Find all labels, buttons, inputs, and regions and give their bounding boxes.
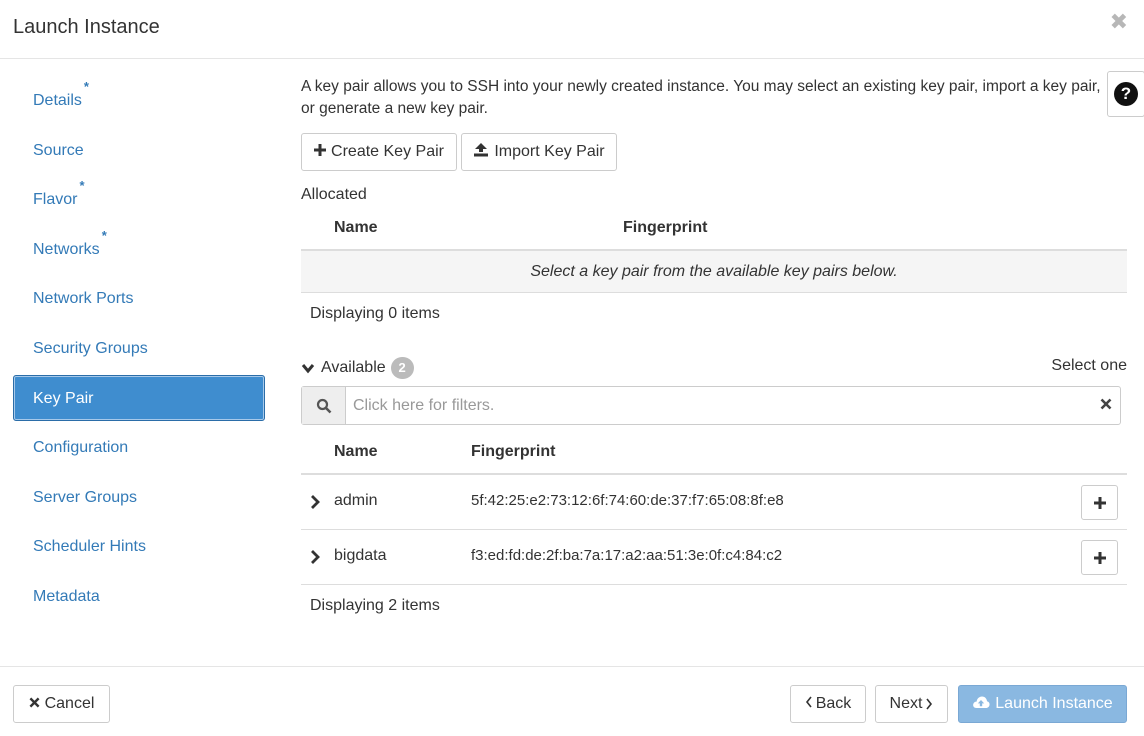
cancel-button[interactable]: Cancel	[13, 685, 110, 723]
import-key-pair-label: Import Key Pair	[494, 143, 605, 160]
chevron-right-icon	[925, 698, 933, 710]
chevron-right-icon[interactable]	[309, 547, 325, 567]
help-text: A key pair allows you to SSH into your n…	[301, 78, 1101, 117]
upload-icon	[473, 142, 489, 162]
allocated-col-name[interactable]: Name	[334, 219, 378, 237]
available-toggle[interactable]: Available 2	[301, 357, 414, 379]
allocated-empty-message: Select a key pair from the available key…	[301, 251, 1127, 293]
key-pair-fingerprint: 5f:42:25:e2:73:12:6f:74:60:de:37:f7:65:0…	[471, 492, 784, 509]
nav-item-label: Networks	[33, 240, 100, 258]
nav-item-label: Configuration	[33, 439, 129, 457]
table-row: bigdata f3:ed:fd:de:2f:ba:7a:17:a2:aa:51…	[301, 530, 1127, 585]
clear-filter-icon[interactable]	[1100, 395, 1112, 415]
nav-item-label: Security Groups	[33, 339, 148, 357]
available-item-count: Displaying 2 items	[310, 597, 440, 614]
filter-bar	[301, 386, 1121, 425]
nav-item-network-ports[interactable]: Network Ports	[13, 275, 265, 321]
nav-item-label: Scheduler Hints	[33, 538, 146, 556]
allocated-col-fingerprint[interactable]: Fingerprint	[623, 219, 707, 237]
required-marker: *	[79, 178, 85, 194]
allocated-item-count: Displaying 0 items	[310, 305, 440, 322]
plus-icon	[1093, 551, 1106, 564]
nav-item-label: Metadata	[33, 587, 100, 605]
close-icon[interactable]: ✖	[1110, 11, 1128, 33]
plus-icon	[314, 143, 327, 161]
modal-header: Launch Instance ✖	[0, 0, 1144, 59]
next-label: Next	[889, 695, 923, 712]
key-pair-name: bigdata	[334, 547, 387, 564]
import-key-pair-button[interactable]: Import Key Pair	[461, 133, 617, 171]
create-key-pair-button[interactable]: Create Key Pair	[301, 133, 457, 171]
chevron-left-icon	[805, 695, 813, 713]
create-key-pair-label: Create Key Pair	[331, 143, 444, 160]
required-marker: *	[83, 79, 89, 94]
close-icon	[29, 695, 40, 713]
cancel-label: Cancel	[44, 695, 95, 712]
allocate-button[interactable]	[1081, 540, 1118, 575]
chevron-down-icon	[301, 361, 315, 375]
modal-title: Launch Instance	[13, 16, 160, 38]
key-pair-name: admin	[334, 492, 378, 509]
available-label: Available	[321, 359, 386, 376]
back-button[interactable]: Back	[790, 685, 866, 723]
allocate-button[interactable]	[1081, 485, 1118, 520]
nav-item-source[interactable]: Source	[13, 127, 265, 173]
nav-item-label: Key Pair	[33, 389, 94, 407]
launch-instance-label: Launch Instance	[995, 695, 1113, 712]
nav-item-details[interactable]: Details*	[13, 77, 265, 123]
nav-item-key-pair[interactable]: Key Pair	[13, 374, 265, 421]
nav-item-label: Details	[33, 92, 82, 109]
key-pair-fingerprint: f3:ed:fd:de:2f:ba:7a:17:a2:aa:51:3e:0f:c…	[471, 547, 783, 564]
search-icon	[302, 387, 346, 424]
launch-instance-button[interactable]: Launch Instance	[958, 685, 1127, 723]
nav-item-networks[interactable]: Networks*	[13, 226, 265, 272]
nav-item-label: Flavor	[33, 191, 78, 209]
nav-item-security-groups[interactable]: Security Groups	[13, 325, 265, 371]
allocated-label: Allocated	[301, 186, 367, 203]
nav-item-configuration[interactable]: Configuration	[13, 424, 265, 470]
footer-divider	[0, 666, 1144, 667]
back-label: Back	[815, 695, 852, 712]
available-count-badge: 2	[390, 357, 414, 379]
question-icon: ?	[1114, 82, 1138, 106]
key-pair-panel: A key pair allows you to SSH into your n…	[301, 76, 1127, 120]
available-col-name[interactable]: Name	[334, 443, 378, 461]
plus-icon	[1093, 496, 1106, 509]
table-row: admin 5f:42:25:e2:73:12:6f:74:60:de:37:f…	[301, 475, 1127, 530]
nav-item-label: Network Ports	[33, 290, 134, 308]
select-one-hint: Select one	[1051, 357, 1127, 374]
wizard-nav: Details* Source Flavor* Networks* Networ…	[13, 77, 265, 623]
filter-input[interactable]	[348, 387, 1088, 424]
nav-item-flavor[interactable]: Flavor*	[13, 176, 265, 222]
nav-item-server-groups[interactable]: Server Groups	[13, 474, 265, 520]
required-marker: *	[101, 227, 107, 243]
nav-item-scheduler-hints[interactable]: Scheduler Hints	[13, 523, 265, 569]
available-col-fingerprint[interactable]: Fingerprint	[471, 443, 555, 461]
nav-item-metadata[interactable]: Metadata	[13, 573, 265, 619]
next-button[interactable]: Next	[875, 685, 948, 723]
nav-item-label: Server Groups	[33, 488, 138, 506]
cloud-upload-icon	[972, 695, 990, 714]
chevron-right-icon[interactable]	[309, 492, 325, 512]
help-button[interactable]: ?	[1107, 71, 1144, 117]
nav-item-label: Source	[33, 141, 84, 159]
